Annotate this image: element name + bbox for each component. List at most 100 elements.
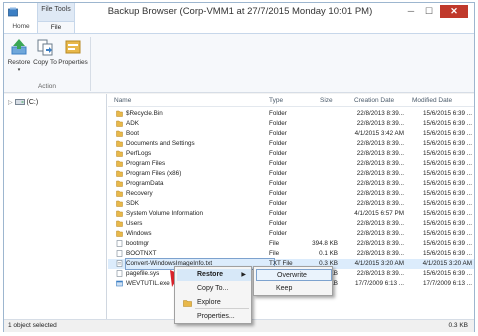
file-created-cell: 22/8/2013 8:39... [356,250,404,257]
file-size-cell [298,229,338,239]
file-row[interactable]: BOOTNXT File 0.1 KB 22/8/2013 8:39... 15/6/2… [108,249,474,259]
file-created-cell: 22/8/2013 8:39... [356,220,404,227]
folder-icon [116,160,123,167]
context-menu-restore-label: Restore [197,271,224,278]
copy-to-icon [37,39,53,56]
file-size-cell: 394.8 KB [312,240,338,247]
file-type-cell: Folder [269,150,287,157]
file-row[interactable]: Boot Folder 4/1/2015 3:42 AM 15/6/2015 6:39… [108,129,474,139]
file-type-cell: Folder [269,120,287,127]
context-menu-separator [195,308,249,309]
file-type-cell: Folder [269,140,287,147]
file-name-cell: Program Files (x86) [126,170,182,177]
file-modified-cell: 15/6/2015 6:39 ... [422,210,472,217]
minimize-button[interactable]: ─ [404,5,418,18]
file-modified-cell: 15/6/2015 6:39 ... [422,220,472,227]
file-name-cell: Boot [126,130,139,137]
file-size-cell [298,209,338,219]
file-row[interactable]: ADK Folder 22/8/2013 8:39... 15/6/2015 6:39… [108,119,474,129]
column-header-modified-date[interactable]: Modified Date [412,96,452,106]
file-row[interactable]: Windows Folder 22/8/2013 8:39... 15/6/2015 … [108,229,474,239]
file-modified-cell: 15/6/2015 6:39 ... [422,130,472,137]
folder-icon [116,180,123,187]
explore-folder-icon [183,300,192,307]
close-button[interactable]: ✕ [440,5,468,18]
file-row[interactable]: Program Files (x86) Folder 22/8/2013 8:39.… [108,169,474,179]
restore-ribbon-button[interactable]: Restore ▾ [6,37,32,81]
file-row[interactable]: ProgramData Folder 22/8/2013 8:39... 15/6/2… [108,179,474,189]
drive-icon [14,99,25,106]
submenu-keep[interactable]: Keep [256,283,332,295]
tab-file[interactable]: File [37,21,75,33]
file-name-cell: PerfLogs [126,150,152,157]
file-size-cell [298,179,338,189]
file-created-cell: 22/8/2013 8:39... [356,200,404,207]
tree-item-drive-c[interactable]: ▷ (C:) [8,98,38,108]
column-header-size[interactable]: Size [320,96,333,106]
tab-home[interactable]: Home [6,21,36,33]
context-menu-properties[interactable]: Properties... [177,311,251,323]
folder-icon [116,190,123,197]
file-row[interactable]: Recovery Folder 22/8/2013 8:39... 15/6/2015… [108,189,474,199]
file-row[interactable]: PerfLogs Folder 22/8/2013 8:39... 15/6/2015… [108,149,474,159]
file-name-cell: bootmgr [126,240,150,247]
file-icon [116,270,123,277]
copy-to-ribbon-label: Copy To [33,59,57,66]
context-menu-restore[interactable]: Restore ▶ [177,269,251,281]
file-created-cell: 17/7/2009 6:13 ... [354,280,404,287]
submenu-keep-label: Keep [276,285,293,292]
file-row[interactable]: System Volume Information Folder 4/1/2015 … [108,209,474,219]
file-created-cell: 22/8/2013 8:39... [356,180,404,187]
file-size-cell [298,189,338,199]
file-size-cell [298,159,338,169]
column-header-name[interactable]: Name [114,96,131,106]
ribbon-group-divider [90,37,91,91]
file-type-cell: Folder [269,170,287,177]
file-created-cell: 22/8/2013 8:39... [356,240,404,247]
folder-icon [116,220,123,227]
file-name-cell: ADK [126,120,139,127]
file-created-cell: 22/8/2013 8:39... [356,270,404,277]
file-type-cell: Folder [269,160,287,167]
file-name-cell: BOOTNXT [126,250,157,257]
column-header-creation-date[interactable]: Creation Date [354,96,394,106]
copy-to-ribbon-button[interactable]: Copy To [32,37,58,81]
expand-arrow-icon[interactable]: ▷ [8,100,13,106]
header-divider [108,106,474,107]
file-created-cell: 22/8/2013 8:39... [356,190,404,197]
file-size-cell [298,119,338,129]
file-size-cell: 0.1 KB [319,250,338,257]
file-row[interactable]: $Recycle.Bin Folder 22/8/2013 8:39... 15/6/… [108,109,474,119]
folder-icon [116,130,123,137]
file-modified-cell: 15/6/2015 6:39 ... [422,120,472,127]
file-size-cell [298,149,338,159]
file-row[interactable]: Program Files Folder 22/8/2013 8:39... 15/6… [108,159,474,169]
file-row[interactable]: bootmgr File 394.8 KB 22/8/2013 8:39... 15/6… [108,239,474,249]
file-size-cell [298,129,338,139]
folder-icon [116,150,123,157]
submenu-overwrite[interactable]: Overwrite [256,269,332,281]
file-name-cell: SDK [126,200,139,207]
title-bar: File Tools Backup Browser (Corp-VMM1 at … [4,3,474,21]
file-name-cell: Recovery [126,190,153,197]
file-name-cell: Users [126,220,143,227]
file-name-cell: System Volume Information [126,210,203,217]
file-size-cell [298,219,338,229]
context-menu-copy-to[interactable]: Copy To... [177,283,251,295]
file-icon [116,240,123,247]
file-row[interactable]: Users Folder 22/8/2013 8:39... 15/6/2015 6:… [108,219,474,229]
file-row[interactable]: SDK Folder 22/8/2013 8:39... 15/6/2015 6:39… [108,199,474,209]
context-menu-properties-label: Properties... [197,313,235,320]
file-created-cell: 4/1/2015 6:57 PM [354,210,404,217]
ribbon-tab-row: Home File [4,21,474,33]
context-tab-header: File Tools [37,3,75,21]
folder-icon [116,140,123,147]
file-type-cell: Folder [269,220,287,227]
file-row[interactable]: Documents and Settings Folder 22/8/2013 8:… [108,139,474,149]
status-selection-count: 1 object selected [8,322,57,329]
file-modified-cell: 4/1/2015 3:20 AM [422,260,472,267]
file-name-cell: Windows [126,230,152,237]
column-header-type[interactable]: Type [269,96,283,106]
maximize-button[interactable]: ☐ [422,5,436,18]
properties-ribbon-button[interactable]: Properties [58,37,88,81]
